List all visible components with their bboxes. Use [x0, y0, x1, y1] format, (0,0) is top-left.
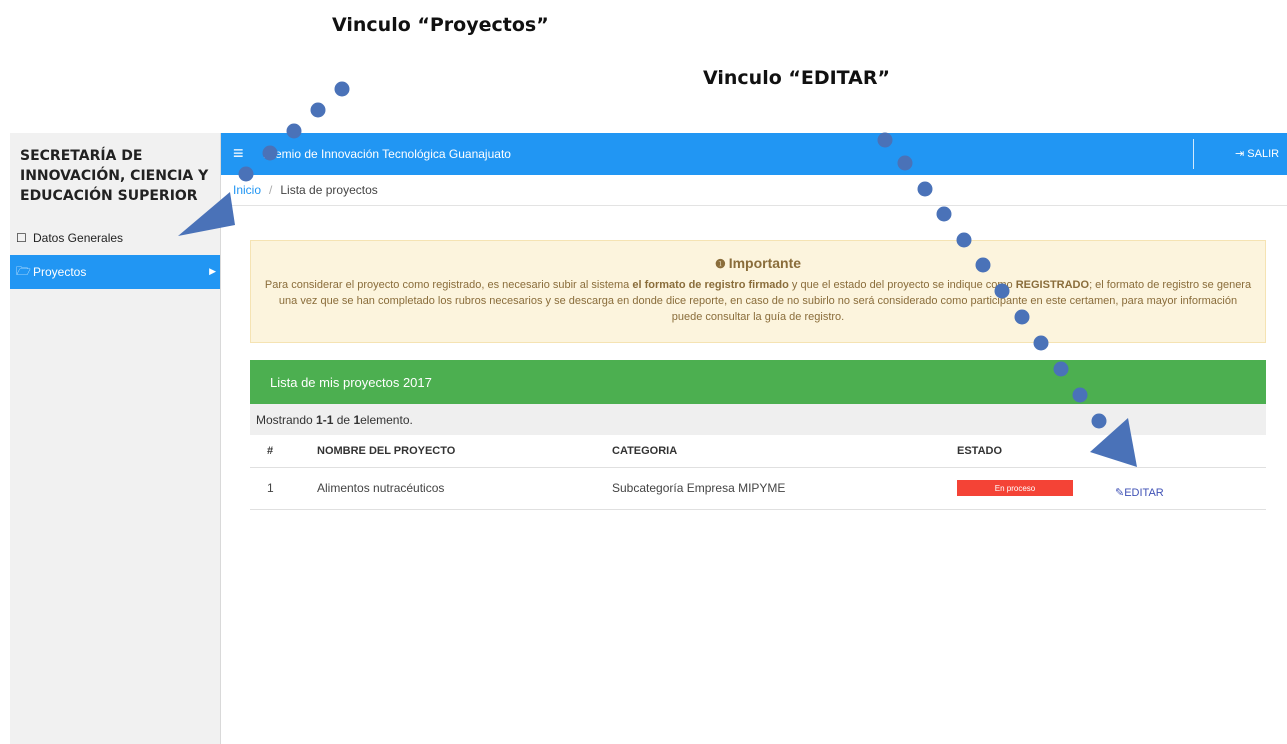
folder-open-icon: 🗁: [16, 263, 31, 278]
annotation-dot: [334, 81, 350, 97]
sidebar: SECRETARÍA DE INNOVACIÓN, CIENCIA Y EDUC…: [10, 133, 221, 744]
sign-out-icon: ⇥: [1235, 148, 1248, 160]
summary-text: Mostrando: [256, 412, 313, 427]
sidebar-item-label: Datos Generales: [33, 231, 124, 245]
edit-link-content[interactable]: ✎EDITAR: [1115, 486, 1164, 499]
breadcrumb: Inicio / Lista de proyectos: [221, 175, 1287, 206]
sidebar-item-label: Proyectos: [33, 265, 87, 279]
project-category: Subcategoría Empresa MIPYME: [612, 481, 786, 495]
annotation-dot: [936, 206, 952, 222]
important-alert: ❶ Importante Para considerar el proyecto …: [250, 240, 1266, 343]
summary-range: 1-1: [316, 412, 334, 427]
alert-text: y que el estado del proyecto se indique …: [788, 279, 1016, 291]
breadcrumb-current: Lista de proyectos: [280, 183, 378, 197]
breadcrumb-separator: /: [269, 183, 273, 197]
column-header: CATEGORIA: [612, 445, 678, 457]
sidebar-item-datos-generales[interactable]: ☐ Datos Generales: [10, 221, 220, 255]
exclamation-circle-icon: ❶: [714, 257, 726, 271]
table-header: # NOMBRE DEL PROYECTO CATEGORIA ESTADO: [250, 435, 1266, 468]
logout-label: SALIR: [1247, 148, 1280, 160]
summary-text: elemento.: [360, 412, 413, 427]
summary-total: 1: [353, 412, 361, 427]
annotation-caption-editar: Vinculo “EDITAR”: [703, 67, 890, 89]
file-icon: ☐: [16, 231, 27, 245]
alert-message: Para considerar el proyecto como registr…: [263, 277, 1253, 325]
results-summary: Mostrando 1-1 de 1 elemento.: [250, 404, 1266, 435]
summary-text: de: [336, 412, 351, 427]
column-header: #: [267, 445, 274, 457]
sidebar-item-proyectos[interactable]: 🗁 Proyectos ▶: [10, 255, 220, 289]
topbar-divider: [1193, 139, 1194, 169]
sidebar-title: SECRETARÍA DE INNOVACIÓN, CIENCIA Y EDUC…: [20, 148, 209, 204]
alert-title-text: Importante: [728, 255, 802, 271]
alert-bold-text: REGISTRADO: [1015, 279, 1090, 291]
alert-title: ❶ Importante: [251, 255, 1265, 271]
row-number: 1: [267, 481, 274, 495]
status-badge: En proceso: [957, 480, 1073, 496]
edit-link[interactable]: ✎EDITAR: [1115, 467, 1164, 509]
project-name: Alimentos nutracéuticos: [317, 481, 445, 495]
hamburger-menu-icon[interactable]: ≡: [233, 144, 244, 162]
table-row: 1 Alimentos nutracéuticos Subcategoría E…: [250, 467, 1266, 510]
alert-bold-text: el formato de registro firmado: [632, 279, 789, 291]
caret-right-icon: ▶: [209, 266, 216, 276]
projects-panel-header: Lista de mis proyectos 2017: [250, 360, 1266, 404]
screenshot-page: Vinculo “Proyectos” Vinculo “EDITAR” SEC…: [0, 0, 1287, 744]
edit-icon: ✎: [1115, 486, 1125, 499]
app-title: Premio de Innovación Tecnológica Guanaju…: [263, 147, 511, 161]
column-header: NOMBRE DEL PROYECTO: [317, 445, 456, 457]
alert-text: Para considerar el proyecto como registr…: [264, 279, 633, 291]
annotation-dot: [310, 102, 326, 118]
edit-label: EDITAR: [1124, 486, 1164, 499]
breadcrumb-home-link[interactable]: Inicio: [233, 183, 261, 197]
column-header: ESTADO: [957, 445, 1003, 457]
top-navbar: ≡ Premio de Innovación Tecnológica Guana…: [221, 133, 1287, 175]
logout-button[interactable]: ⇥ SALIR: [1235, 147, 1279, 160]
status-cell: En proceso: [957, 467, 1073, 509]
annotation-caption-proyectos: Vinculo “Proyectos”: [332, 14, 549, 36]
